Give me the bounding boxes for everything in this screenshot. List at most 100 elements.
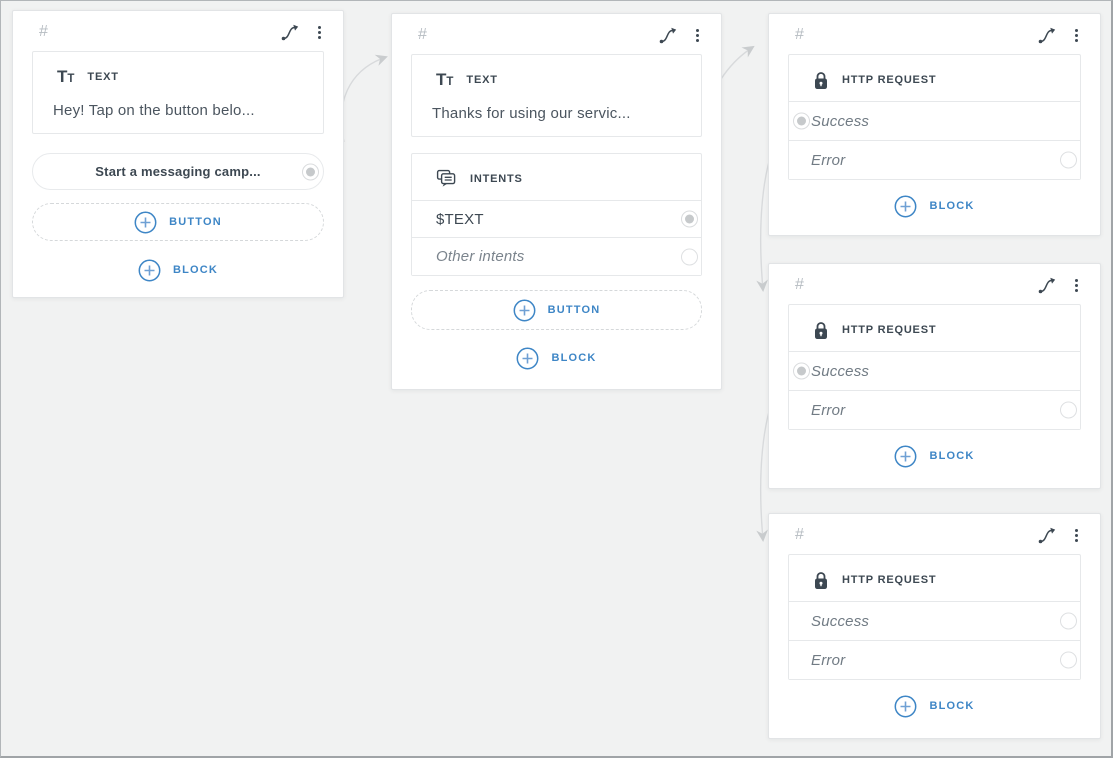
card-header: # bbox=[788, 272, 1081, 298]
error-connector-radio[interactable] bbox=[1060, 152, 1077, 169]
flow-card-http-1: # HTTP REQUEST Success Error bbox=[768, 13, 1101, 236]
connection-icon[interactable] bbox=[659, 27, 678, 44]
http-request-element[interactable]: HTTP REQUEST Success Error bbox=[788, 54, 1081, 180]
plus-circle-icon bbox=[138, 259, 161, 282]
success-row-label: Success bbox=[811, 613, 869, 630]
flow-canvas: # TT TEXT Hey! Tap on the button belo...… bbox=[0, 0, 1113, 758]
lock-icon bbox=[813, 71, 829, 90]
success-connector-radio[interactable] bbox=[793, 363, 810, 380]
intents-icon bbox=[436, 169, 457, 189]
error-connector-radio[interactable] bbox=[1060, 652, 1077, 669]
campaign-button-label: Start a messaging camp... bbox=[95, 164, 260, 179]
add-block-button[interactable]: BLOCK bbox=[411, 346, 702, 370]
success-row[interactable]: Success bbox=[789, 601, 1080, 640]
intents-element-label: INTENTS bbox=[470, 173, 523, 185]
text-element-label: TEXT bbox=[87, 71, 118, 83]
plus-circle-icon bbox=[513, 299, 536, 322]
card-id-placeholder: # bbox=[795, 527, 804, 543]
intent-connector-radio[interactable] bbox=[681, 211, 698, 228]
http-request-element[interactable]: HTTP REQUEST Success Error bbox=[788, 304, 1081, 430]
intent-row[interactable]: $TEXT bbox=[412, 200, 701, 237]
card-header: # bbox=[788, 522, 1081, 548]
success-row-label: Success bbox=[811, 113, 869, 130]
add-block-button[interactable]: BLOCK bbox=[788, 444, 1081, 468]
lock-icon bbox=[813, 321, 829, 340]
card-id-placeholder: # bbox=[795, 277, 804, 293]
error-connector-radio[interactable] bbox=[1060, 402, 1077, 419]
flow-card-http-3: # HTTP REQUEST Success Error bbox=[768, 513, 1101, 739]
card-header-icons bbox=[659, 27, 702, 44]
http-request-label: HTTP REQUEST bbox=[842, 324, 936, 336]
error-row-label: Error bbox=[811, 152, 845, 169]
success-row[interactable]: Success bbox=[789, 101, 1080, 140]
error-row[interactable]: Error bbox=[789, 140, 1080, 179]
http-request-head: HTTP REQUEST bbox=[789, 305, 1080, 351]
success-connector-radio[interactable] bbox=[793, 113, 810, 130]
connection-icon[interactable] bbox=[1038, 277, 1057, 294]
card-header: # bbox=[788, 22, 1081, 48]
add-block-label: BLOCK bbox=[551, 352, 596, 364]
kebab-menu-icon[interactable] bbox=[1072, 278, 1081, 293]
plus-circle-icon bbox=[134, 211, 157, 234]
add-button-label: BUTTON bbox=[169, 216, 222, 228]
text-icon: TT bbox=[436, 70, 453, 90]
add-button-label: BUTTON bbox=[548, 304, 601, 316]
add-block-label: BLOCK bbox=[929, 700, 974, 712]
success-row-label: Success bbox=[811, 363, 869, 380]
card-header-icons bbox=[1038, 27, 1081, 44]
error-row-label: Error bbox=[811, 402, 845, 419]
add-block-label: BLOCK bbox=[173, 264, 218, 276]
kebab-menu-icon[interactable] bbox=[315, 25, 324, 40]
error-row[interactable]: Error bbox=[789, 640, 1080, 679]
http-request-label: HTTP REQUEST bbox=[842, 74, 936, 86]
error-row[interactable]: Error bbox=[789, 390, 1080, 429]
campaign-connector-radio[interactable] bbox=[302, 163, 319, 180]
intent-row[interactable]: Other intents bbox=[412, 237, 701, 275]
text-element-head: TT TEXT bbox=[412, 55, 701, 101]
success-row[interactable]: Success bbox=[789, 351, 1080, 390]
add-block-button[interactable]: BLOCK bbox=[788, 694, 1081, 718]
add-button-button[interactable]: BUTTON bbox=[411, 290, 702, 330]
connector-start-to-intents bbox=[341, 57, 386, 142]
card-header-icons bbox=[1038, 277, 1081, 294]
plus-circle-icon bbox=[516, 347, 539, 370]
http-request-element[interactable]: HTTP REQUEST Success Error bbox=[788, 554, 1081, 680]
add-block-button[interactable]: BLOCK bbox=[32, 258, 324, 282]
intent-row-label: $TEXT bbox=[436, 211, 484, 228]
card-header: # bbox=[32, 19, 324, 45]
kebab-menu-icon[interactable] bbox=[1072, 28, 1081, 43]
plus-circle-icon bbox=[894, 195, 917, 218]
lock-icon bbox=[813, 571, 829, 590]
text-element-content: Hey! Tap on the button belo... bbox=[33, 98, 323, 133]
text-element-content: Thanks for using our servic... bbox=[412, 101, 701, 136]
card-header-icons bbox=[281, 24, 324, 41]
http-request-head: HTTP REQUEST bbox=[789, 55, 1080, 101]
flow-card-intents: # TT TEXT Thanks for using our servic...… bbox=[391, 13, 722, 390]
connection-icon[interactable] bbox=[1038, 527, 1057, 544]
text-element-head: TT TEXT bbox=[33, 52, 323, 98]
card-id-placeholder: # bbox=[418, 27, 427, 43]
flow-card-start: # TT TEXT Hey! Tap on the button belo...… bbox=[12, 10, 344, 298]
add-block-button[interactable]: BLOCK bbox=[788, 194, 1081, 218]
text-element-label: TEXT bbox=[466, 74, 497, 86]
http-request-head: HTTP REQUEST bbox=[789, 555, 1080, 601]
connection-icon[interactable] bbox=[1038, 27, 1057, 44]
text-icon: TT bbox=[57, 67, 74, 87]
add-block-label: BLOCK bbox=[929, 450, 974, 462]
kebab-menu-icon[interactable] bbox=[693, 28, 702, 43]
connection-icon[interactable] bbox=[281, 24, 300, 41]
intents-element[interactable]: INTENTS $TEXT Other intents bbox=[411, 153, 702, 276]
text-element[interactable]: TT TEXT Thanks for using our servic... bbox=[411, 54, 702, 137]
http-request-label: HTTP REQUEST bbox=[842, 574, 936, 586]
plus-circle-icon bbox=[894, 695, 917, 718]
intent-row-label: Other intents bbox=[436, 248, 524, 265]
card-header: # bbox=[411, 22, 702, 48]
add-button-button[interactable]: BUTTON bbox=[32, 203, 324, 241]
kebab-menu-icon[interactable] bbox=[1072, 528, 1081, 543]
intent-connector-radio[interactable] bbox=[681, 248, 698, 265]
text-element[interactable]: TT TEXT Hey! Tap on the button belo... bbox=[32, 51, 324, 134]
error-row-label: Error bbox=[811, 652, 845, 669]
success-connector-radio[interactable] bbox=[1060, 613, 1077, 630]
plus-circle-icon bbox=[894, 445, 917, 468]
campaign-button[interactable]: Start a messaging camp... bbox=[32, 153, 324, 190]
